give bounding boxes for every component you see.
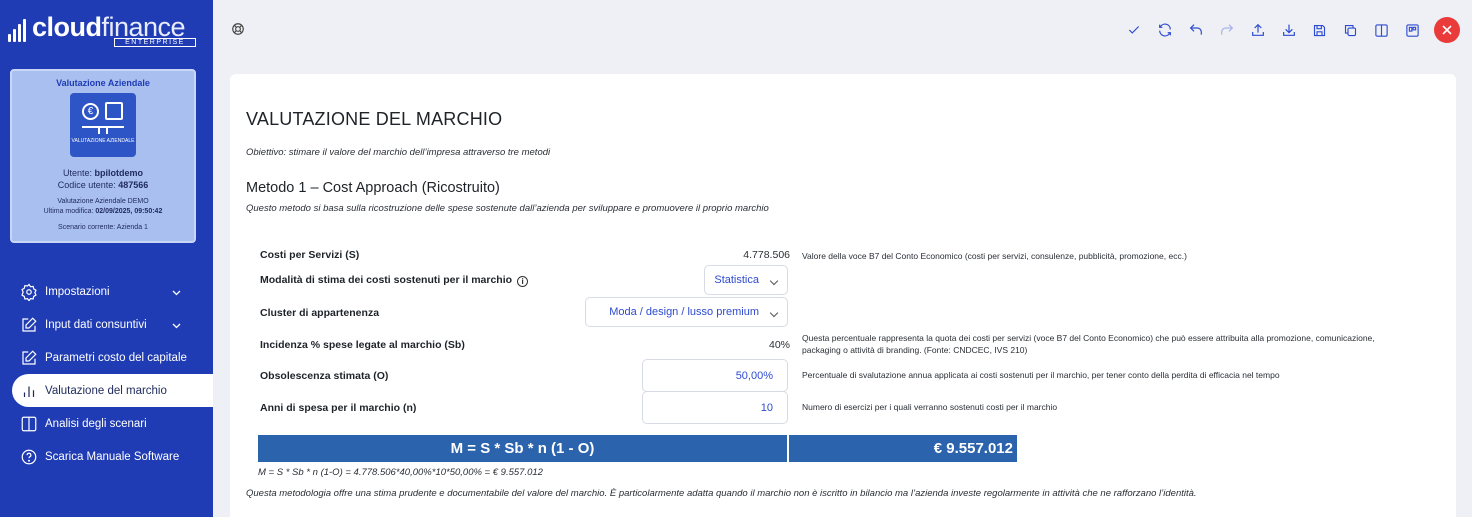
result-value: € 9.557.012: [789, 435, 1017, 462]
download-icon[interactable]: [1273, 16, 1304, 44]
chevron-down-icon: [769, 276, 779, 286]
modalita-stima-select[interactable]: Statistica: [704, 265, 788, 295]
method-title: Metodo 1 – Cost Approach (Ricostruito): [246, 180, 500, 196]
copy-icon[interactable]: [1335, 16, 1366, 44]
layout-icon[interactable]: [1397, 16, 1428, 44]
top-toolbar: [213, 0, 1472, 60]
method-description: Questo metodo si basa sulla ricostruzion…: [246, 203, 769, 214]
valuation-app-icon: € VALUTAZIONE AZIENDALE: [70, 93, 136, 157]
upload-icon[interactable]: [1242, 16, 1273, 44]
closing-note: Questa metodologia offre una stima prude…: [246, 488, 1197, 499]
bar-chart-icon: [20, 382, 38, 400]
sidebar: cloudfinance ENTERPRISE Valutazione Azie…: [0, 0, 213, 517]
obsolescenza-input[interactable]: 50,00%: [642, 359, 788, 392]
help-circle-icon: [20, 448, 38, 466]
lifebuoy-help-icon[interactable]: [231, 22, 245, 36]
costi-servizi-value: 4.778.506: [743, 249, 790, 261]
last-modified: Ultima modifica: 02/09/2025, 09:50:42: [43, 208, 163, 215]
brand-edition: ENTERPRISE: [114, 38, 196, 47]
page-title: VALUTAZIONE DEL MARCHIO: [246, 109, 503, 129]
sidebar-nav: Impostazioni Input dati consuntivi Param…: [0, 275, 213, 473]
anni-spesa-label: Anni di spesa per il marchio (n): [260, 402, 417, 414]
info-icon[interactable]: i: [517, 276, 529, 287]
chevron-down-icon: [172, 320, 181, 332]
calculation-detail: M = S * Sb * n (1-O) = 4.778.506*40,00%*…: [258, 467, 543, 478]
costi-servizi-label: Costi per Servizi (S): [260, 249, 360, 261]
card-title: Valutazione Aziendale: [56, 78, 150, 88]
costi-servizi-note: Valore della voce B7 del Conto Economico…: [802, 251, 1187, 261]
sidebar-item-analisi-scenari[interactable]: Analisi degli scenari: [0, 407, 213, 440]
sidebar-item-parametri[interactable]: Parametri costo del capitale: [0, 341, 213, 374]
refresh-icon[interactable]: [1149, 16, 1180, 44]
columns-icon: [20, 415, 38, 433]
sidebar-item-input-dati[interactable]: Input dati consuntivi: [0, 308, 213, 341]
factory-icon: [105, 102, 123, 120]
gear-icon: [20, 283, 38, 301]
obsolescenza-label: Obsolescenza stimata (O): [260, 370, 389, 382]
page-objective: Obiettivo: stimare il valore del marchio…: [246, 147, 551, 158]
close-icon[interactable]: [1434, 17, 1460, 43]
sidebar-item-impostazioni[interactable]: Impostazioni: [0, 275, 213, 308]
chevron-down-icon: [172, 287, 181, 299]
anni-spesa-input[interactable]: 10: [642, 391, 788, 424]
sidebar-item-label: Input dati consuntivi: [45, 318, 147, 331]
current-scenario: Scenario corrente: Azienda 1: [58, 224, 148, 231]
redo-icon[interactable]: [1211, 16, 1242, 44]
main-panel: VALUTAZIONE DEL MARCHIO Obiettivo: stima…: [230, 74, 1456, 517]
sidebar-item-valutazione-marchio[interactable]: Valutazione del marchio: [12, 374, 213, 407]
logo-bars-icon: [8, 18, 30, 42]
anni-spesa-note: Numero di esercizi per i quali verranno …: [802, 402, 1058, 412]
user-code-line: Codice utente: 487566: [57, 180, 149, 190]
project-name: Valutazione Aziendale DEMO: [57, 198, 149, 205]
incidenza-note: Questa percentuale rappresenta la quota …: [802, 333, 1375, 355]
edit-icon: [20, 316, 38, 334]
check-icon[interactable]: [1118, 16, 1149, 44]
incidenza-value: 40%: [768, 339, 790, 351]
cluster-label: Cluster di appartenenza: [260, 307, 380, 319]
sidebar-item-label: Valutazione del marchio: [45, 384, 167, 397]
save-icon[interactable]: [1304, 16, 1335, 44]
toolbar-actions: [1118, 16, 1460, 44]
chevron-down-icon: [769, 308, 779, 318]
formula-bar: M = S * Sb * n (1 - O): [258, 435, 787, 462]
obsolescenza-note: Percentuale di svalutazione annua applic…: [802, 370, 1280, 380]
sidebar-item-label: Analisi degli scenari: [45, 417, 147, 430]
cluster-select[interactable]: Moda / design / lusso premium: [585, 297, 788, 327]
incidenza-label: Incidenza % spese legate al marchio (Sb): [260, 339, 465, 351]
euro-coin-icon: €: [82, 103, 99, 120]
sidebar-item-scarica-manuale[interactable]: Scarica Manuale Software: [0, 440, 213, 473]
sidebar-item-label: Parametri costo del capitale: [45, 351, 187, 364]
icon-caption: VALUTAZIONE AZIENDALE: [71, 138, 135, 144]
edit-icon: [20, 349, 38, 367]
undo-icon[interactable]: [1180, 16, 1211, 44]
split-view-icon[interactable]: [1366, 16, 1397, 44]
modalita-stima-label: Modalità di stima dei costi sostenuti pe…: [260, 274, 529, 287]
profile-card: Valutazione Aziendale € VALUTAZIONE AZIE…: [10, 69, 196, 243]
sidebar-item-label: Impostazioni: [45, 285, 110, 298]
sidebar-item-label: Scarica Manuale Software: [45, 450, 180, 463]
user-line: Utente: bpilotdemo: [62, 168, 144, 178]
